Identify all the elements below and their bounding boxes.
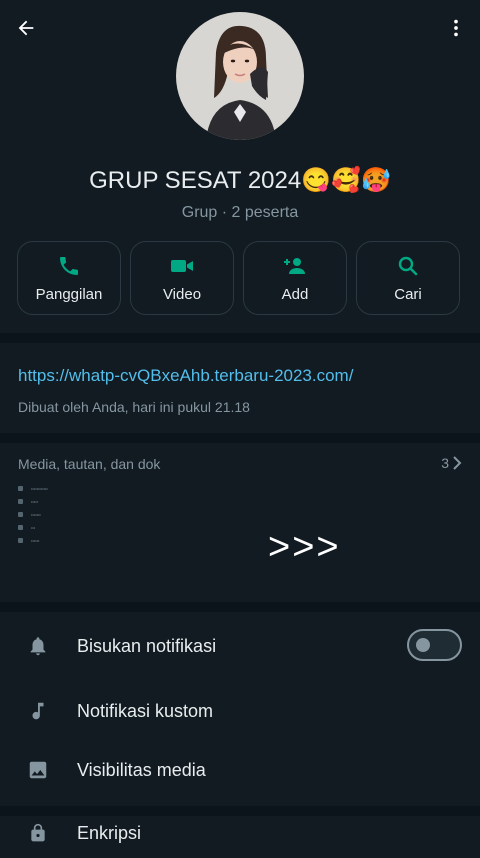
media-visibility-label: Visibilitas media [77,759,206,780]
image-icon [29,761,47,779]
phone-icon [60,256,78,275]
search-label: Cari [394,285,422,303]
chevron-right-icon [453,456,462,470]
search-button[interactable]: Cari [356,241,460,315]
call-button[interactable]: Panggilan [17,241,121,315]
custom-notifications-label: Notifikasi kustom [77,700,214,721]
add-person-icon [284,257,305,274]
created-info: Dibuat oleh Anda, hari ini pukul 21.18 [18,399,250,415]
bell-icon [30,637,46,656]
mute-toggle[interactable] [407,629,462,661]
add-participant-button[interactable]: Add [243,241,347,315]
media-visibility-row[interactable]: Visibilitas media [0,745,480,795]
media-count[interactable]: 3 [441,455,462,471]
video-label: Video [162,285,202,303]
media-thumbnail[interactable]: •••••••••••• ••••• ••••••• ••• •••••• [18,482,218,562]
group-link[interactable]: https://whatp-cvQBxeAhb.terbaru-2023.com… [18,366,353,386]
back-button[interactable] [12,14,40,42]
section-divider [0,433,480,443]
lock-icon [31,823,45,842]
search-icon [398,256,418,275]
media-overlay-arrows: >>> [268,526,341,568]
encryption-row[interactable]: Enkripsi [0,808,480,858]
group-participants: Grup · 2 peserta [181,204,299,221]
group-name: GRUP SESAT 2024😋🥰🥵 [89,167,391,194]
section-divider [0,333,480,343]
section-divider [0,602,480,612]
music-note-icon [32,702,44,720]
toggle-knob [416,638,430,652]
media-count-value: 3 [441,455,449,471]
video-icon [171,259,193,272]
media-header[interactable]: Media, tautan, dan dok [18,456,160,472]
call-label: Panggilan [35,285,103,303]
video-button[interactable]: Video [130,241,234,315]
custom-notifications-row[interactable]: Notifikasi kustom [0,686,480,736]
profile-header: GRUP SESAT 2024😋🥰🥵 Grup · 2 peserta Pang… [0,0,480,330]
quick-actions: Panggilan Video Add Cari [17,241,460,315]
group-avatar[interactable] [176,12,304,140]
back-arrow-icon [18,20,34,36]
add-label: Add [281,285,309,303]
mute-notifications-label: Bisukan notifikasi [77,635,217,656]
more-vert-icon [454,19,458,37]
encryption-label: Enkripsi [77,822,142,843]
more-options-button[interactable] [442,14,470,42]
